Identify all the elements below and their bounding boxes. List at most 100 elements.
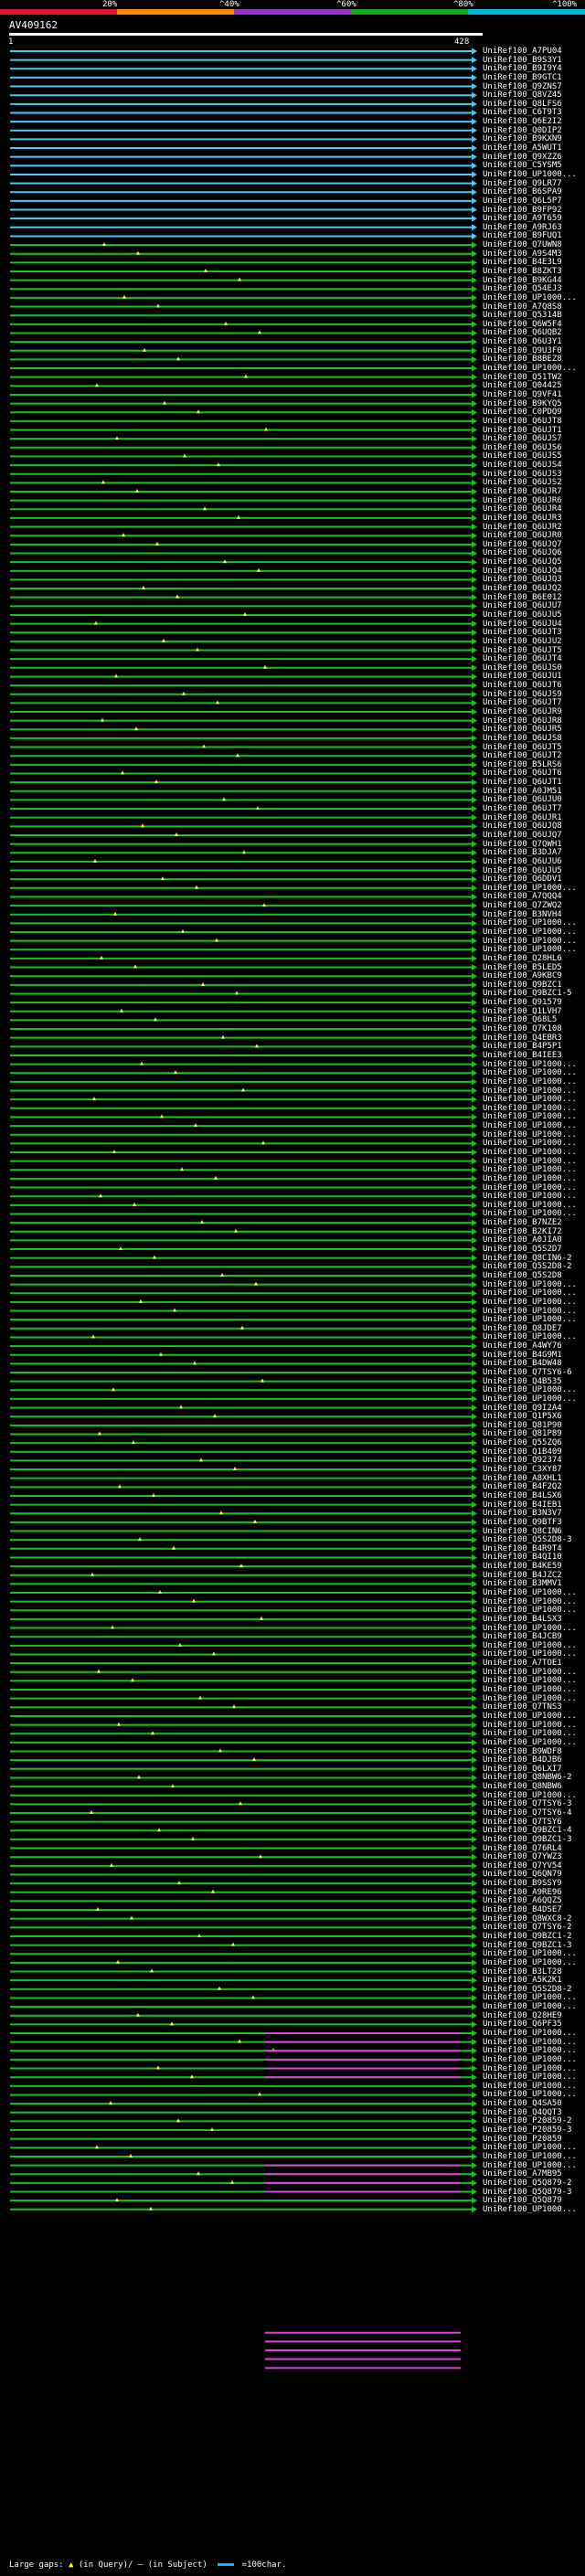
hit-label[interactable]: UniRef100_UP1000...	[483, 1183, 585, 1193]
hit-label[interactable]: UniRef100_Q6UJT6	[483, 681, 585, 690]
hit-label[interactable]: UniRef100_Q4B535	[483, 1377, 585, 1386]
hit-label[interactable]: UniRef100_Q81P90	[483, 1421, 585, 1430]
hit-label[interactable]: UniRef100_Q6UJR6	[483, 496, 585, 505]
hit-label[interactable]: UniRef100_Q6UJU7	[483, 601, 585, 610]
hit-label[interactable]: UniRef100_Q6UJQ5	[483, 557, 585, 567]
hit-label[interactable]: UniRef100_Q6U3Y1	[483, 337, 585, 346]
hit-label[interactable]: UniRef100_Q7TSY6-2	[483, 1923, 585, 1932]
hit-label[interactable]: UniRef100_UP1000...	[483, 364, 585, 373]
hit-label[interactable]: UniRef100_B4LSX3	[483, 1615, 585, 1624]
hit-label[interactable]: UniRef100_Q6UJU2	[483, 637, 585, 646]
hit-label[interactable]: UniRef100_A7Q8S8	[483, 302, 585, 312]
hit-label[interactable]: UniRef100_Q5S2D7	[483, 1245, 585, 1254]
hit-label[interactable]: UniRef100_UP1000...	[483, 1394, 585, 1404]
hit-label[interactable]: UniRef100_UP1000...	[483, 1068, 585, 1077]
hit-label[interactable]: UniRef100_B9WDF8	[483, 1747, 585, 1756]
hit-label[interactable]: UniRef100_B3MMV1	[483, 1579, 585, 1588]
hit-label[interactable]: UniRef100_UP1000...	[483, 1121, 585, 1130]
hit-label[interactable]: UniRef100_Q7TSY6-4	[483, 1808, 585, 1818]
hit-label[interactable]: UniRef100_UP1000...	[483, 1157, 585, 1166]
hit-label[interactable]: UniRef100_Q6UJS5	[483, 451, 585, 461]
hit-label[interactable]: UniRef100_A7PU04	[483, 47, 585, 56]
hit-label[interactable]: UniRef100_Q6UJR7	[483, 487, 585, 496]
hit-label[interactable]: UniRef100_Q9I2A4	[483, 1404, 585, 1413]
hit-label[interactable]: UniRef100_UP1000...	[483, 1641, 585, 1650]
hit-label[interactable]: UniRef100_Q54EJ3	[483, 284, 585, 293]
hit-label[interactable]: UniRef100_B8BEZ8	[483, 355, 585, 364]
hit-label[interactable]: UniRef100_B4IEB1	[483, 1500, 585, 1510]
hit-label[interactable]: UniRef100_Q28HL6	[483, 954, 585, 963]
hit-label[interactable]: UniRef100_Q6UJR4	[483, 504, 585, 514]
hit-label[interactable]: UniRef100_UP1000...	[483, 2064, 585, 2073]
hit-label[interactable]: UniRef100_UP1000...	[483, 1993, 585, 2002]
hit-label[interactable]: UniRef100_Q9BZC1-3	[483, 1941, 585, 1950]
hit-label[interactable]: UniRef100_A9T659	[483, 214, 585, 223]
hit-label[interactable]: UniRef100_Q6UJQ4	[483, 567, 585, 576]
hit-label[interactable]: UniRef100_B9SSY9	[483, 1879, 585, 1888]
hit-label[interactable]: UniRef100_Q6UJT7	[483, 698, 585, 707]
hit-label[interactable]: UniRef100_Q5Q879-3	[483, 2188, 585, 2197]
hit-label[interactable]: UniRef100_UP1000...	[483, 1280, 585, 1289]
hit-label[interactable]: UniRef100_UP1000...	[483, 1087, 585, 1096]
hit-label[interactable]: UniRef100_B9KG44	[483, 276, 585, 285]
hit-label[interactable]: UniRef100_Q81P89	[483, 1429, 585, 1438]
hit-label[interactable]: UniRef100_Q6UJQ2	[483, 584, 585, 593]
hit-label[interactable]: UniRef100_UP1000...	[483, 1685, 585, 1694]
hit-label[interactable]: UniRef100_Q51TW2	[483, 373, 585, 382]
hit-label[interactable]: UniRef100_A9RJ63	[483, 223, 585, 232]
hit-label[interactable]: UniRef100_Q6UJR5	[483, 725, 585, 734]
hit-label[interactable]: UniRef100_Q6UJR9	[483, 707, 585, 716]
hit-label[interactable]: UniRef100_Q6W5F4	[483, 320, 585, 329]
hit-label[interactable]: UniRef100_UP1000...	[483, 2152, 585, 2161]
hit-label[interactable]: UniRef100_UP1000...	[483, 2029, 585, 2038]
hit-label[interactable]: UniRef100_UP1000...	[483, 1385, 585, 1394]
hit-label[interactable]: UniRef100_Q6UJT5	[483, 743, 585, 752]
hit-label[interactable]: UniRef100_UP1000...	[483, 1192, 585, 1201]
hit-label[interactable]: UniRef100_UP1000...	[483, 1332, 585, 1341]
hit-label[interactable]: UniRef100_UP1000...	[483, 293, 585, 302]
hit-label[interactable]: UniRef100_Q9BZC1-4	[483, 1826, 585, 1835]
hit-label[interactable]: UniRef100_UP1000...	[483, 1104, 585, 1113]
hit-label[interactable]: UniRef100_Q6UJT7	[483, 804, 585, 813]
hit-label[interactable]: UniRef100_B4P5P1	[483, 1042, 585, 1051]
hit-label[interactable]: UniRef100_UP1000...	[483, 1949, 585, 1958]
hit-label[interactable]: UniRef100_B4E3L9	[483, 258, 585, 267]
hit-label[interactable]: UniRef100_Q68L5	[483, 1015, 585, 1024]
hit-label[interactable]: UniRef100_Q6DDV1	[483, 875, 585, 884]
hit-label[interactable]: UniRef100_B4F2Q2	[483, 1482, 585, 1491]
hit-label[interactable]: UniRef100_Q9LR77	[483, 179, 585, 188]
hit-label[interactable]: UniRef100_Q6UJU5	[483, 610, 585, 620]
hit-label[interactable]: UniRef100_UP1000...	[483, 1694, 585, 1703]
hit-label[interactable]: UniRef100_A8XHL1	[483, 1474, 585, 1483]
hit-label[interactable]: UniRef100_B3LT28	[483, 1967, 585, 1977]
hit-label[interactable]: UniRef100_Q5S2D8-2	[483, 1262, 585, 1271]
hit-label[interactable]: UniRef100_B4DSE7	[483, 1905, 585, 1914]
hit-label[interactable]: UniRef100_B3DJA7	[483, 848, 585, 857]
hit-label[interactable]: UniRef100_UP1000...	[483, 1958, 585, 1967]
hit-label[interactable]: UniRef100_UP1000...	[483, 2090, 585, 2099]
hit-label[interactable]: UniRef100_Q9ZNS7	[483, 82, 585, 91]
hit-label[interactable]: UniRef100_Q6UJU4	[483, 620, 585, 629]
hit-label[interactable]: UniRef100_B9GTC1	[483, 73, 585, 82]
hit-label[interactable]: UniRef100_A7MB95	[483, 2169, 585, 2178]
hit-label[interactable]: UniRef100_Q6UJT5	[483, 646, 585, 655]
hit-label[interactable]: UniRef100_Q8JDE7	[483, 1324, 585, 1333]
hit-label[interactable]: UniRef100_B9KYQ5	[483, 399, 585, 408]
hit-label[interactable]: UniRef100_Q9BZC1	[483, 981, 585, 990]
hit-label[interactable]: UniRef100_C5YSM5	[483, 161, 585, 170]
hit-label[interactable]: UniRef100_B2KI72	[483, 1227, 585, 1236]
hit-label[interactable]: UniRef100_UP1000...	[483, 1148, 585, 1157]
hit-label[interactable]: UniRef100_UP1000...	[483, 1095, 585, 1104]
hit-label[interactable]: UniRef100_Q6E2I2	[483, 117, 585, 126]
hit-label[interactable]: UniRef100_Q91579	[483, 998, 585, 1007]
hit-label[interactable]: UniRef100_B4DW48	[483, 1359, 585, 1368]
hit-label[interactable]: UniRef100_UP1000...	[483, 1307, 585, 1316]
hit-label[interactable]: UniRef100_Q7YV54	[483, 1861, 585, 1871]
hit-label[interactable]: UniRef100_UP1000...	[483, 1721, 585, 1730]
hit-label[interactable]: UniRef100_UP1000...	[483, 2038, 585, 2047]
hit-label[interactable]: UniRef100_Q0DIP2	[483, 126, 585, 135]
hit-label[interactable]: UniRef100_B4JZC2	[483, 1571, 585, 1580]
hit-label[interactable]: UniRef100_Q55ZQ6	[483, 1438, 585, 1447]
hit-label[interactable]: UniRef100_Q7ZWQ2	[483, 901, 585, 910]
hit-label[interactable]: UniRef100_B4IEE3	[483, 1051, 585, 1060]
